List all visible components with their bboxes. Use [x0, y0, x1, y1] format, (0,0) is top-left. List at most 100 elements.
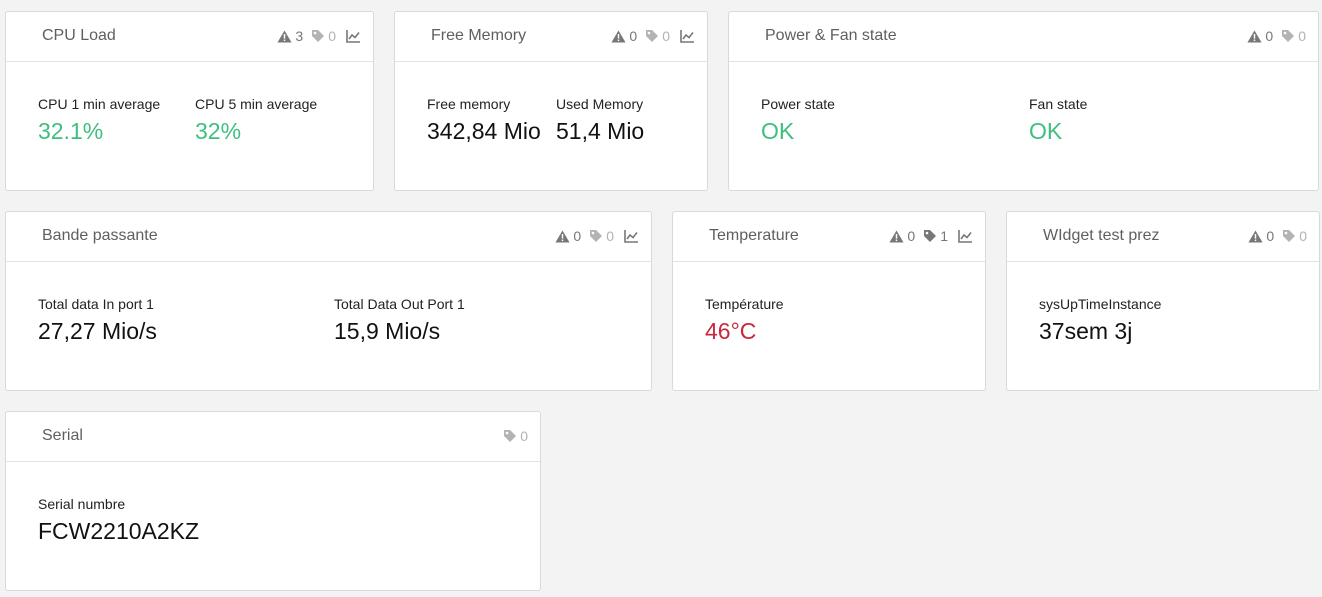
metric-label: CPU 1 min average — [38, 96, 161, 112]
metric-value: 15,9 Mio/s — [334, 318, 441, 344]
tags-badge[interactable]: 0 — [645, 28, 670, 44]
metric-label: CPU 5 min average — [195, 96, 318, 112]
widget-header: Power & Fan state 0 0 — [729, 12, 1318, 62]
tags-badge[interactable]: 0 — [589, 228, 614, 244]
tag-icon — [1282, 30, 1295, 42]
widget-header: WIdget test prez 0 0 — [1007, 212, 1319, 262]
tags-badge[interactable]: 0 — [311, 28, 336, 44]
metric-value: 46°C — [705, 318, 757, 344]
metric-free-memory: Free memory 342,84 Mio — [427, 96, 541, 145]
widget-free-memory: Free Memory 0 0 Free memory 342,84 Mio U… — [394, 11, 708, 191]
alerts-badge[interactable]: 3 — [277, 28, 303, 44]
widget-toolbar: 0 0 — [603, 28, 695, 44]
metric-serial-number: Serial numbre FCW2210A2KZ — [38, 496, 199, 545]
metric-label: Total Data Out Port 1 — [334, 296, 465, 312]
widget-body: Serial numbre FCW2210A2KZ — [6, 462, 540, 590]
chart-button[interactable] — [958, 229, 973, 243]
metric-label: Used Memory — [556, 96, 644, 112]
widget-toolbar: 0 0 — [1240, 228, 1307, 244]
metric-value: 342,84 Mio — [427, 118, 541, 144]
metric-fan-state: Fan state OK — [1029, 96, 1087, 145]
metric-data-in: Total data In port 1 27,27 Mio/s — [38, 296, 157, 345]
alerts-count: 0 — [629, 28, 638, 44]
tags-badge[interactable]: 0 — [503, 428, 528, 444]
widget-body: Total data In port 1 27,27 Mio/s Total D… — [6, 262, 651, 390]
widget-power-fan: Power & Fan state 0 0 Power state OK Fan… — [728, 11, 1319, 191]
tags-badge[interactable]: 0 — [1282, 228, 1307, 244]
line-chart-icon — [680, 29, 694, 43]
line-chart-icon — [346, 29, 360, 43]
tags-count: 0 — [606, 228, 614, 244]
alerts-count: 0 — [1265, 28, 1274, 44]
widget-bandwidth: Bande passante 0 0 Total data In port 1 … — [5, 211, 652, 391]
metric-temperature: Température 46°C — [705, 296, 784, 345]
warning-triangle-icon — [277, 29, 292, 43]
metric-label: Serial numbre — [38, 496, 126, 512]
warning-triangle-icon — [1247, 29, 1262, 43]
widget-test-prez: WIdget test prez 0 0 sysUpTimeInstance 3… — [1006, 211, 1320, 391]
widget-title: Bande passante — [42, 227, 158, 244]
warning-triangle-icon — [889, 229, 904, 243]
metric-power-state: Power state OK — [761, 96, 835, 145]
widget-header: Bande passante 0 0 — [6, 212, 651, 262]
widget-header: CPU Load 3 0 — [6, 12, 373, 62]
alerts-badge[interactable]: 0 — [611, 28, 637, 44]
line-chart-icon — [958, 229, 972, 243]
metric-value: 32% — [195, 118, 242, 144]
widget-toolbar: 0 1 — [881, 228, 973, 244]
tags-count: 0 — [328, 28, 336, 44]
widget-header: Free Memory 0 0 — [395, 12, 707, 62]
alerts-badge[interactable]: 0 — [1248, 228, 1274, 244]
tags-count: 0 — [1298, 28, 1306, 44]
metric-label: Free memory — [427, 96, 511, 112]
warning-triangle-icon — [1248, 229, 1263, 243]
metric-value: 37sem 3j — [1039, 318, 1133, 344]
widget-title: Temperature — [709, 227, 799, 244]
metric-value: OK — [761, 118, 795, 144]
widget-title: Serial — [42, 427, 83, 444]
widget-toolbar: 3 0 — [269, 28, 361, 44]
metric-label: Power state — [761, 96, 835, 112]
chart-button[interactable] — [680, 29, 695, 43]
alerts-count: 0 — [573, 228, 582, 244]
metric-label: Température — [705, 296, 784, 312]
tags-badge[interactable]: 1 — [923, 228, 948, 244]
tag-icon — [504, 430, 517, 442]
widget-body: CPU 1 min average 32.1% CPU 5 min averag… — [6, 62, 373, 190]
widget-toolbar: 0 0 — [547, 228, 639, 244]
line-chart-icon — [624, 229, 638, 243]
warning-triangle-icon — [611, 29, 626, 43]
metric-data-out: Total Data Out Port 1 15,9 Mio/s — [334, 296, 465, 345]
metric-label: Total data In port 1 — [38, 296, 154, 312]
alerts-badge[interactable]: 0 — [1247, 28, 1273, 44]
chart-button[interactable] — [624, 229, 639, 243]
alerts-badge[interactable]: 0 — [889, 228, 915, 244]
widget-title: Free Memory — [431, 27, 527, 44]
metric-label: Fan state — [1029, 96, 1088, 112]
tag-icon — [590, 230, 603, 242]
alerts-badge[interactable]: 0 — [555, 228, 581, 244]
warning-triangle-icon — [555, 229, 570, 243]
widget-toolbar: 0 0 — [1239, 28, 1306, 44]
widget-body: Température 46°C — [673, 262, 985, 390]
metric-value: 51,4 Mio — [556, 118, 645, 144]
alerts-count: 0 — [1266, 228, 1275, 244]
widget-header: Serial 0 — [6, 412, 540, 462]
metric-value: OK — [1029, 118, 1063, 144]
widget-serial: Serial 0 Serial numbre FCW2210A2KZ — [5, 411, 541, 591]
tags-badge[interactable]: 0 — [1281, 28, 1306, 44]
chart-button[interactable] — [346, 29, 361, 43]
tag-icon — [924, 230, 937, 242]
tags-count: 0 — [1299, 228, 1307, 244]
widget-toolbar: 0 — [495, 428, 528, 444]
tag-icon — [646, 30, 659, 42]
widget-cpu-load: CPU Load 3 0 CPU 1 min average 32.1% CPU… — [5, 11, 374, 191]
widget-title: CPU Load — [42, 27, 116, 44]
widget-header: Temperature 0 1 — [673, 212, 985, 262]
tags-count: 0 — [520, 428, 528, 444]
tags-count: 0 — [662, 28, 670, 44]
metric-sysuptime: sysUpTimeInstance 37sem 3j — [1039, 296, 1161, 345]
widget-title: Power & Fan state — [765, 27, 897, 44]
widget-temperature: Temperature 0 1 Température 46°C — [672, 211, 986, 391]
widget-body: Power state OK Fan state OK — [729, 62, 1318, 190]
